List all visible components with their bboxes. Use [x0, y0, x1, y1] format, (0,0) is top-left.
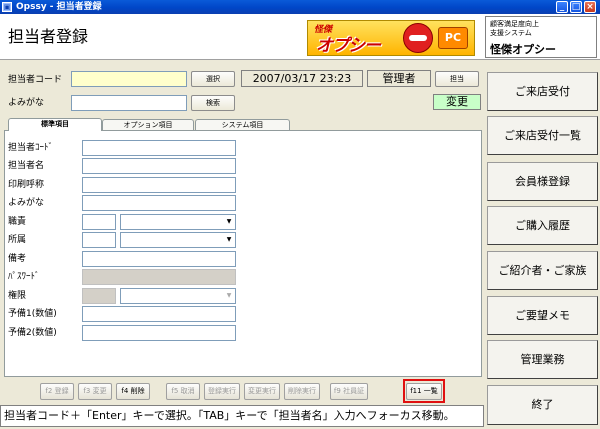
print-name-field[interactable]	[82, 177, 236, 193]
f4-delete-button[interactable]: f4 削除	[116, 383, 150, 400]
role-display: 管理者	[367, 70, 431, 87]
nav-referral-family[interactable]: ご紹介者・ご家族	[487, 251, 598, 290]
kana-input[interactable]	[71, 95, 187, 111]
change-status-badge: 変更	[433, 94, 481, 110]
search-button[interactable]: 検索	[191, 95, 235, 111]
field-label-print-name: 印刷呼称	[8, 180, 45, 190]
password-field[interactable]	[82, 269, 236, 285]
kana-field[interactable]	[82, 195, 236, 211]
nav-admin[interactable]: 管理業務	[487, 340, 598, 379]
nav-purchase-history[interactable]: ご購入履歴	[487, 206, 598, 245]
position-code-field[interactable]	[82, 214, 116, 230]
authority-code-field[interactable]	[82, 288, 116, 304]
close-icon[interactable]: ×	[584, 1, 596, 13]
nav-member-register[interactable]: 会員様登録	[487, 162, 598, 201]
datetime-display: 2007/03/17 23:23	[241, 70, 363, 87]
maximize-icon[interactable]: □	[570, 1, 582, 13]
brand-logo: 怪傑 オプシー PC	[307, 20, 475, 56]
dropdown-arrow-icon: ▼	[226, 292, 232, 299]
f5-cancel-button[interactable]: f5 取消	[166, 383, 200, 400]
minimize-icon[interactable]: _	[556, 1, 568, 13]
page-title: 担当者登録	[8, 27, 89, 46]
brand-box: 顧客満足度向上 支援システム 怪傑オプシー	[485, 16, 597, 58]
field-label-password: ﾊﾟｽﾜｰﾄﾞ	[8, 272, 40, 282]
execute-register-button[interactable]: 登録実行	[204, 383, 240, 400]
brand-subtitle-2: 支援システム	[490, 29, 532, 37]
window-title: Opssy - 担当者登録	[16, 2, 102, 12]
execute-delete-button[interactable]: 削除実行	[284, 383, 320, 400]
logo-text: オプシー	[316, 36, 381, 56]
nav-request-memo[interactable]: ご要望メモ	[487, 296, 598, 335]
status-bar: 担当者コード＋「Enter」キーで選択。「TAB」キーで「担当者名」入力へフォー…	[0, 405, 484, 427]
spare2-field[interactable]	[82, 325, 236, 341]
code-label: 担当者コード	[8, 75, 63, 85]
field-label-spare2: 予備2(数値)	[8, 328, 57, 338]
spare1-field[interactable]	[82, 306, 236, 322]
tab-panel	[4, 130, 482, 377]
department-select[interactable]: ▼	[120, 232, 236, 248]
app-icon[interactable]: ▣	[2, 2, 12, 12]
nav-visit-list[interactable]: ご来店受付一覧	[487, 116, 598, 155]
f2-register-button[interactable]: f2 登録	[40, 383, 74, 400]
execute-change-button[interactable]: 変更実行	[244, 383, 280, 400]
code-field[interactable]	[82, 140, 236, 156]
field-label-note: 備考	[8, 254, 27, 264]
field-label-kana: よみがな	[8, 198, 45, 208]
field-label-name: 担当者名	[8, 161, 45, 171]
dropdown-arrow-icon: ▼	[226, 236, 232, 243]
logo-pc: PC	[438, 27, 468, 49]
tab-standard[interactable]: 標準項目	[8, 118, 102, 131]
dropdown-arrow-icon: ▼	[226, 218, 232, 225]
f9-id-card-button[interactable]: f9 社員証	[330, 383, 368, 400]
brand-name: 怪傑オプシー	[490, 43, 556, 56]
field-label-spare1: 予備1(数値)	[8, 309, 57, 319]
name-field[interactable]	[82, 158, 236, 174]
nav-visit-reception[interactable]: ご来店受付	[487, 72, 598, 111]
highlight-frame	[403, 379, 445, 403]
select-button[interactable]: 選択	[191, 71, 235, 87]
department-code-field[interactable]	[82, 232, 116, 248]
nav-exit[interactable]: 終了	[487, 385, 598, 425]
kana-label: よみがな	[8, 98, 45, 108]
code-input[interactable]	[71, 71, 187, 87]
field-label-position: 職責	[8, 217, 27, 227]
mascot-icon	[403, 23, 433, 53]
field-label-code: 担当者ｺｰﾄﾞ	[8, 143, 54, 153]
field-label-authority: 権限	[8, 291, 27, 301]
authority-select[interactable]: ▼	[120, 288, 236, 304]
f3-change-button[interactable]: f3 変更	[78, 383, 112, 400]
tanto-button[interactable]: 担当	[435, 71, 479, 87]
field-label-department: 所属	[8, 235, 27, 245]
position-select[interactable]: ▼	[120, 214, 236, 230]
note-field[interactable]	[82, 251, 236, 267]
